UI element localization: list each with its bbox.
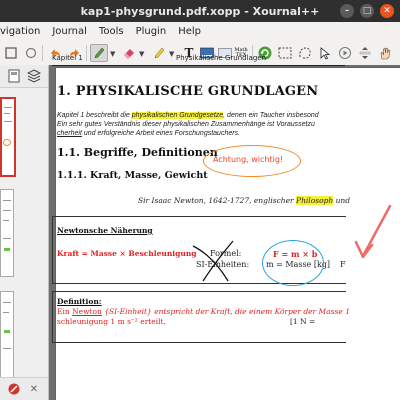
definition-text: Ein [57, 307, 73, 316]
menu-help[interactable]: Help [172, 26, 207, 37]
toolbar-separator [86, 45, 87, 61]
underlined-text: cherheit [57, 130, 82, 137]
box-title: Newtonsche Näherung [57, 226, 153, 235]
box-equation: Kraft = Masse × Beschleunigung [57, 249, 197, 258]
chevron-down-icon[interactable]: ▼ [139, 50, 144, 58]
intro-text: , denen ein Taucher insbesond [223, 112, 319, 119]
menu-bar: vigation Journal Tools Plugin Help [0, 22, 400, 42]
sidebar: ✕ [0, 65, 49, 400]
sidebar-bottom-bar: ✕ [0, 377, 48, 400]
highlighted-text: physikalischen Grundgesetze [131, 112, 224, 119]
layers-icon[interactable] [26, 68, 42, 84]
quote-text: und [333, 196, 351, 205]
header-rule [52, 65, 345, 66]
sidebar-toolbar [0, 65, 48, 88]
chapter-heading: 1. PHYSIKALISCHE GRUNDLAGEN [57, 84, 319, 99]
select-region-icon[interactable] [296, 44, 314, 62]
minimize-button[interactable]: – [340, 4, 354, 18]
page-thumbnail-3[interactable] [0, 291, 14, 379]
page-thumbnails-icon[interactable] [6, 68, 22, 84]
highlighter-icon[interactable] [150, 44, 168, 62]
window-titlebar: kap1-physgrund.pdf.xopp - Xournal++ – □ … [0, 0, 400, 22]
hand-icon[interactable] [376, 44, 394, 62]
annotation-circle[interactable] [262, 240, 324, 286]
definition-line-2: schleunigung 1 m s⁻² erteilt. [57, 317, 166, 326]
definition-line-1: Ein Newton {SI-Einheit} entspricht der K… [57, 307, 350, 316]
cut-text: F [340, 260, 346, 269]
page-thumbnail-1[interactable] [0, 97, 16, 177]
intro-line-1: Kapitel 1 beschreibt die physikalischen … [57, 112, 319, 119]
newton-link: Newton [72, 307, 102, 316]
menu-journal[interactable]: Journal [46, 26, 93, 37]
newton-quote: Sir Isaac Newton, 1642-1727, englischer … [138, 196, 350, 205]
square-icon[interactable] [2, 44, 20, 62]
menu-plugin[interactable]: Plugin [130, 26, 173, 37]
menu-tools[interactable]: Tools [93, 26, 130, 37]
round-icon[interactable] [22, 44, 40, 62]
si-units-label: SI-Einheiten: [196, 260, 250, 269]
vertical-space-icon[interactable] [356, 44, 374, 62]
page-header-left: Kapitel 1 [52, 54, 83, 62]
highlighted-text: Philosoph [296, 196, 334, 205]
quote-text: Sir Isaac Newton, 1642-1727, englischer [138, 196, 297, 205]
eraser-icon[interactable] [120, 44, 138, 62]
window-title: kap1-physgrund.pdf.xopp - Xournal++ [80, 4, 320, 18]
maximize-button[interactable]: □ [360, 4, 374, 18]
delete-page-icon[interactable] [6, 381, 22, 397]
toolbar-separator [42, 45, 43, 61]
close-sidebar-icon[interactable]: ✕ [26, 381, 42, 397]
select-rect-icon[interactable] [276, 44, 294, 62]
definition-title: Definition: [57, 297, 102, 306]
select-object-icon[interactable] [316, 44, 334, 62]
section-heading: 1.1. Begriffe, Definitionen [57, 146, 218, 159]
play-object-icon[interactable] [336, 44, 354, 62]
page-thumbnail-2[interactable] [0, 189, 14, 277]
formel-label: Formel: [210, 249, 242, 258]
chevron-down-icon[interactable]: ▼ [169, 50, 174, 58]
definition-text: {SI-Einheit} entspricht der Kraft, die e… [101, 307, 350, 316]
page-header-center: Physikalische Grundlagen [176, 54, 267, 62]
intro-text: Kapitel 1 beschreibt die [57, 112, 132, 119]
subsection-heading: 1.1.1. Kraft, Masse, Gewicht [57, 170, 208, 181]
annotation-note[interactable]: Achtung, wichtig! [213, 155, 283, 164]
intro-line-3: cherheit und erfolgreiche Arbeit eines F… [57, 130, 240, 137]
definition-unit: [1 N = [290, 317, 316, 326]
pen-icon[interactable] [90, 44, 108, 62]
chevron-down-icon[interactable]: ▼ [110, 50, 115, 58]
close-button[interactable]: ✕ [380, 4, 394, 18]
intro-text: und erfolgreiche Arbeit eines Forschungs… [81, 130, 241, 137]
intro-line-2: Ein sehr gutes Verständnis dieser physik… [57, 121, 315, 128]
menu-navigation[interactable]: vigation [0, 26, 46, 37]
